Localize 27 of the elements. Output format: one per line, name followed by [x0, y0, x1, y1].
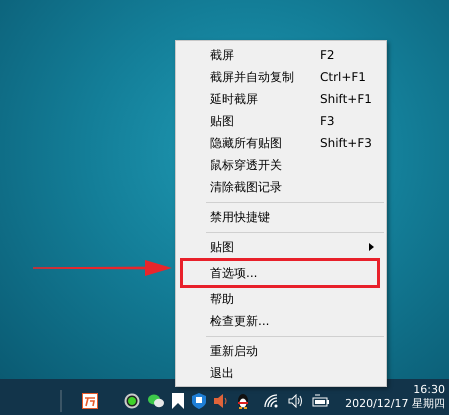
menu-item[interactable]: 截屏 F2 [176, 44, 386, 66]
menu-item[interactable]: 隐藏所有贴图 Shift+F3 [176, 132, 386, 154]
speaker-icon[interactable] [214, 394, 228, 408]
clock-date: 2020/12/17 星期四 [345, 397, 445, 411]
menu-item[interactable]: 清除截图记录 [176, 176, 386, 198]
app-icon[interactable] [82, 393, 98, 409]
menu-item[interactable]: 帮助 [176, 288, 386, 310]
submenu-arrow-icon [369, 243, 374, 251]
volume-icon[interactable] [288, 394, 304, 408]
bookmark-icon[interactable] [172, 393, 184, 409]
status-dot-icon[interactable] [124, 393, 140, 409]
clock-time: 16:30 [413, 383, 445, 397]
menu-item[interactable]: 退出 [176, 362, 386, 384]
menu-item[interactable]: 首选项... [180, 258, 380, 288]
menu-item[interactable]: 贴图 F3 [176, 110, 386, 132]
menu-item[interactable]: 禁用快捷键 [176, 206, 386, 228]
shield-icon[interactable] [192, 393, 206, 409]
wifi-icon[interactable] [264, 394, 280, 408]
penguin-icon[interactable] [236, 393, 250, 409]
menu-item[interactable]: 延时截屏 Shift+F1 [176, 88, 386, 110]
battery-icon[interactable] [312, 394, 330, 408]
menu-item[interactable]: 重新启动 [176, 340, 386, 362]
chat-bubbles-icon[interactable] [148, 394, 164, 408]
menu-item[interactable]: 贴图 [176, 236, 386, 258]
menu-item[interactable]: 截屏并自动复制 Ctrl+F1 [176, 66, 386, 88]
menu-item[interactable]: 鼠标穿透开关 [176, 154, 386, 176]
menu-item[interactable]: 检查更新... [176, 310, 386, 332]
